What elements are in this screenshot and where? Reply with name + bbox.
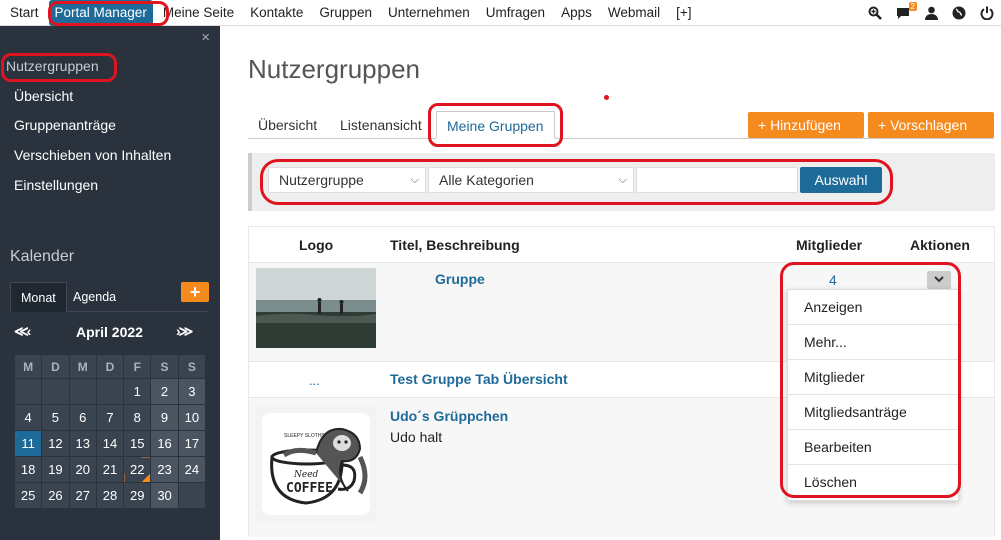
highlight-actions-menu	[780, 262, 961, 498]
calendar-day[interactable]: 30	[150, 482, 179, 509]
calendar-empty-cell	[13, 378, 43, 405]
tab-listenansicht[interactable]: Listenansicht	[340, 111, 422, 139]
calendar-day[interactable]: 2	[150, 378, 179, 405]
highlight-meine-gruppen-tab	[428, 103, 563, 147]
annotation-dot	[604, 95, 609, 100]
calendar-empty-cell	[68, 378, 97, 405]
calendar-day[interactable]: 16	[150, 430, 179, 457]
calendar-day[interactable]: 24	[177, 456, 207, 483]
weekday-header: D	[41, 354, 70, 379]
calendar-day[interactable]: 26	[41, 482, 70, 509]
calendar-day[interactable]: 27	[68, 482, 97, 509]
highlight-portal-manager	[48, 1, 169, 26]
add-button[interactable]: + Hinzufügen	[748, 112, 864, 138]
prev-month-icon[interactable]: ≪‹	[14, 323, 31, 340]
weekday-header: S	[177, 354, 207, 379]
calendar-day[interactable]: 14	[95, 430, 125, 457]
nav-kontakte[interactable]: Kontakte	[242, 0, 311, 26]
calendar-day[interactable]: 11	[13, 430, 43, 457]
month-label: April 2022	[76, 324, 143, 340]
highlight-filter-bar	[260, 159, 893, 205]
next-month-icon[interactable]: ›≫	[176, 323, 193, 340]
calendar-tabs: Monat Agenda	[10, 282, 208, 312]
calendar-day[interactable]: 12	[41, 430, 70, 457]
calendar-day[interactable]: 4	[13, 404, 43, 431]
calendar-day[interactable]: 18	[13, 456, 43, 483]
calendar-empty-cell	[95, 378, 125, 405]
calendar-day[interactable]: 23	[150, 456, 179, 483]
calendar-grid: MDMDFSS 1 2 3 4 5 6 7 8 9 10 11 12 13 14 15 16 17 18 19 20 2…	[13, 354, 207, 509]
calendar-day[interactable]: 9	[150, 404, 179, 431]
group-title-link[interactable]: Test Gruppe Tab Übersicht	[390, 371, 568, 387]
column-header-members: Mitglieder	[796, 237, 863, 253]
calendar-day[interactable]: 22	[123, 456, 152, 483]
nav-gruppen[interactable]: Gruppen	[311, 0, 380, 26]
tab-monat[interactable]: Monat	[10, 282, 67, 312]
notification-badge: 2	[908, 2, 917, 11]
calendar-day[interactable]: 19	[41, 456, 70, 483]
coffee-logo-script: Need	[294, 470, 319, 480]
nav-start[interactable]: Start	[2, 0, 47, 26]
calendar-day[interactable]: 10	[177, 404, 207, 431]
calendar-day[interactable]: 28	[95, 482, 125, 509]
nav-webmail[interactable]: Webmail	[600, 0, 668, 26]
calendar-day[interactable]: 1	[123, 378, 152, 405]
calendar-day[interactable]: 29	[123, 482, 152, 509]
coffee-logo-word: COFFEE	[286, 481, 333, 496]
weekday-header: M	[13, 354, 43, 379]
calendar-day[interactable]: 7	[95, 404, 125, 431]
group-logo-placeholder[interactable]: ...	[309, 373, 320, 388]
column-header-actions: Aktionen	[910, 237, 970, 253]
coffee-logo-top-text: SLEEPY SLOTHS	[284, 433, 325, 439]
calendar-day[interactable]: 20	[68, 456, 97, 483]
weekday-header: D	[95, 354, 125, 379]
nav-umfragen[interactable]: Umfragen	[478, 0, 553, 26]
power-icon[interactable]	[979, 5, 995, 21]
calendar-day[interactable]: 5	[41, 404, 70, 431]
calendar-day[interactable]: 3	[177, 378, 207, 405]
group-description: Udo halt	[390, 429, 443, 445]
user-icon[interactable]	[923, 5, 939, 21]
nav-apps[interactable]: Apps	[553, 0, 600, 26]
sidebar-item-gruppenantraege[interactable]: Gruppenanträge	[14, 117, 116, 133]
chat-bubble-icon[interactable]: 2	[895, 2, 917, 21]
weekday-header: S	[150, 354, 179, 379]
sidebar-item-uebersicht[interactable]: Übersicht	[14, 88, 73, 104]
group-title-link[interactable]: Udo´s Grüppchen	[390, 408, 508, 424]
calendar-day[interactable]: 8	[123, 404, 152, 431]
page-title: Nutzergruppen	[248, 54, 420, 84]
globe-icon[interactable]	[951, 5, 967, 21]
add-event-button[interactable]: +	[181, 282, 209, 302]
sidebar: × Nutzergruppen Übersicht Gruppenanträge…	[0, 26, 220, 540]
nav-unternehmen[interactable]: Unternehmen	[380, 0, 478, 26]
search-zoom-icon[interactable]	[867, 5, 883, 21]
calendar-empty-cell	[177, 482, 207, 509]
weekday-header: F	[123, 354, 152, 379]
calendar-day[interactable]: 25	[13, 482, 43, 509]
tab-uebersicht[interactable]: Übersicht	[258, 111, 317, 139]
sidebar-item-einstellungen[interactable]: Einstellungen	[14, 177, 98, 193]
suggest-button[interactable]: + Vorschlagen	[868, 112, 994, 138]
close-icon[interactable]: ×	[201, 29, 210, 46]
calendar-day[interactable]: 13	[68, 430, 97, 457]
calendar-empty-cell	[41, 378, 70, 405]
calendar-day[interactable]: 6	[68, 404, 97, 431]
calendar-navigation: ≪‹ April 2022 ›≫	[14, 323, 206, 343]
calendar-day[interactable]: 15	[123, 430, 152, 457]
tab-agenda[interactable]: Agenda	[63, 282, 126, 312]
weekday-header: M	[68, 354, 97, 379]
column-header-logo: Logo	[299, 237, 334, 253]
calendar-day[interactable]: 21	[95, 456, 125, 483]
calendar-title: Kalender	[10, 248, 75, 265]
calendar-day[interactable]: 17	[177, 430, 207, 457]
sidebar-item-verschieben[interactable]: Verschieben von Inhalten	[14, 147, 171, 163]
coffee-logo-image[interactable]: SLEEPY SLOTHS Need COFFEE	[256, 407, 376, 521]
highlight-nutzergruppen	[1, 53, 117, 82]
nav-more[interactable]: [+]	[668, 0, 699, 26]
column-header-title: Titel, Beschreibung	[390, 237, 520, 253]
group-title-link[interactable]: Gruppe	[435, 271, 485, 287]
group-photo-image[interactable]	[256, 268, 376, 348]
toolbar-icons: 2	[867, 0, 995, 26]
